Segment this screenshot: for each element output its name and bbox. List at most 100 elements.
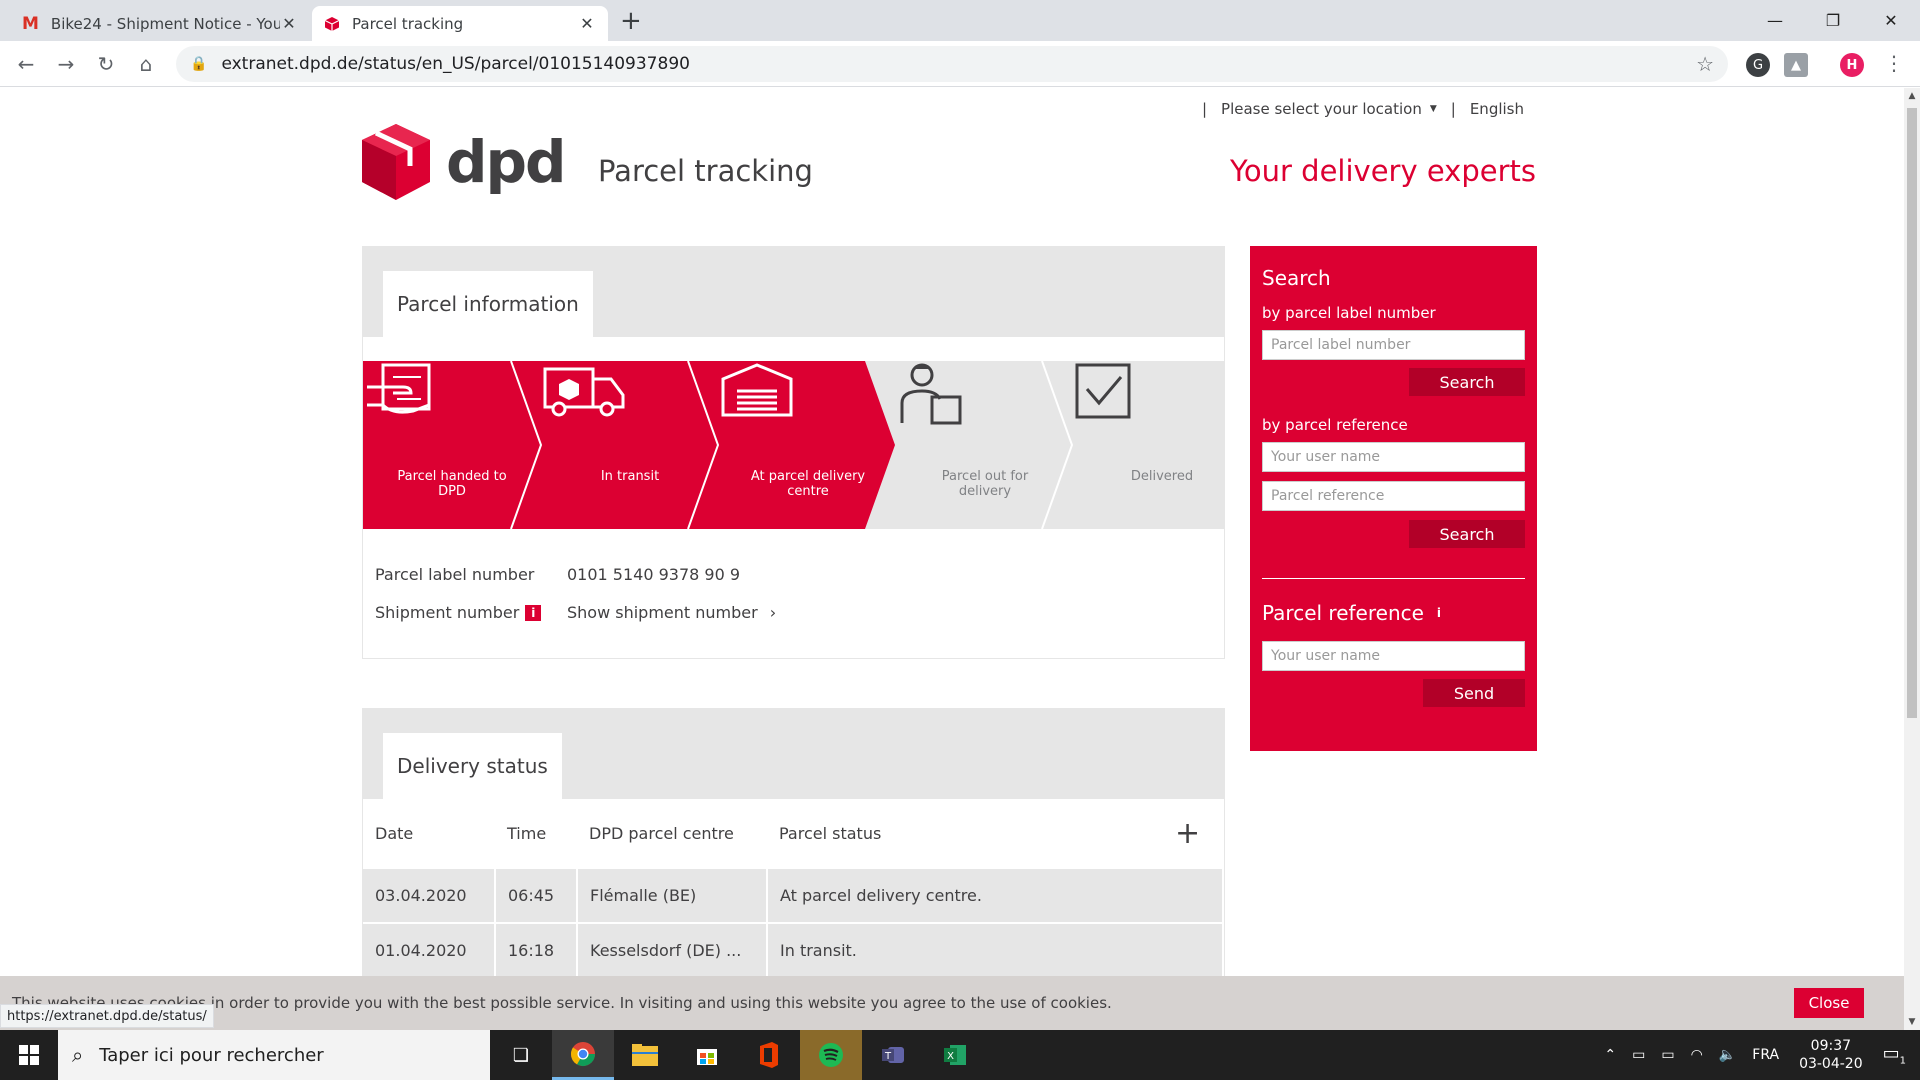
parcel-information-panel: Parcel information Parcel handed to DPD	[362, 246, 1225, 659]
excel-icon[interactable]: X	[924, 1030, 986, 1080]
back-icon[interactable]: ←	[12, 50, 40, 78]
cell-status: In transit.	[767, 923, 1224, 978]
profile-avatar[interactable]: H	[1840, 53, 1864, 77]
column-dpd-parcel-centre: DPD parcel centre	[577, 799, 767, 870]
windows-start-icon[interactable]	[0, 1030, 58, 1080]
reference-user-name-input[interactable]: Your user name	[1262, 641, 1525, 671]
new-tab-icon[interactable]: +	[620, 7, 642, 35]
search-by-reference-button[interactable]: Search	[1409, 520, 1525, 548]
wifi-icon[interactable]: ◠	[1691, 1047, 1703, 1063]
notifications-icon[interactable]: ▭1	[1883, 1043, 1906, 1067]
expand-plus-icon[interactable]: +	[1163, 799, 1223, 870]
step-at-parcel-delivery-centre: At parcel delivery centre	[719, 361, 897, 529]
cookie-banner: This website uses cookies in order to pr…	[0, 976, 1904, 1030]
lock-icon[interactable]: 🔒	[190, 56, 207, 72]
close-tab-icon[interactable]: ✕	[280, 14, 298, 33]
table-row: 03.04.2020 06:45 Flémalle (BE) At parcel…	[363, 869, 1224, 924]
language-selector[interactable]: English	[1470, 100, 1524, 118]
cell-time: 06:45	[495, 869, 578, 924]
store-icon[interactable]	[676, 1030, 738, 1080]
send-button[interactable]: Send	[1423, 679, 1525, 707]
step-in-transit: In transit	[541, 361, 719, 529]
volume-icon[interactable]: 🔈	[1719, 1047, 1736, 1063]
location-selector[interactable]: Please select your location	[1221, 100, 1422, 118]
forward-icon[interactable]: →	[52, 50, 80, 78]
search-sidebar: Search by parcel label number Parcel lab…	[1250, 246, 1537, 751]
parcel-label-number-label: Parcel label number	[375, 565, 535, 584]
menu-kebab-icon[interactable]: ⋮	[1884, 51, 1904, 75]
minimize-icon[interactable]: —	[1746, 0, 1804, 41]
input-language[interactable]: FRA	[1752, 1047, 1779, 1063]
tab-parcel-information[interactable]: Parcel information	[383, 271, 593, 337]
svg-text:T: T	[884, 1051, 892, 1062]
search-by-label-button[interactable]: Search	[1409, 368, 1525, 396]
bookmark-star-icon[interactable]: ☆	[1696, 52, 1714, 76]
parcel-label-number-row: Parcel label number 0101 5140 9378 90 9	[375, 565, 740, 584]
browser-toolbar: ← → ↻ ⌂ 🔒 extranet.dpd.de/status/en_US/p…	[0, 41, 1920, 87]
file-explorer-icon[interactable]	[614, 1030, 676, 1080]
dpd-logo-cube-icon[interactable]	[362, 124, 430, 200]
system-clock[interactable]: 09:37 03-04-20	[1799, 1037, 1863, 1073]
column-time: Time	[495, 799, 577, 870]
browser-tab-gmail[interactable]: M Bike24 - Shipment Notice - Your ✕	[10, 6, 310, 41]
browser-tab-parcel-tracking[interactable]: Parcel tracking ✕	[312, 6, 608, 41]
user-name-input[interactable]: Your user name	[1262, 442, 1525, 472]
top-navigation: | Please select your location ▼ | Englis…	[1201, 100, 1524, 118]
taskbar-search-input[interactable]: ⌕ Taper ici pour rechercher	[58, 1030, 490, 1080]
chevron-down-icon[interactable]: ▼	[1430, 104, 1437, 114]
column-parcel-status: Parcel status	[767, 799, 1163, 870]
cookie-close-button[interactable]: Close	[1794, 988, 1864, 1018]
info-icon[interactable]: i	[1432, 606, 1446, 620]
usb-device-icon[interactable]: ▭	[1632, 1047, 1645, 1063]
chevron-up-icon[interactable]: ⌃	[1604, 1047, 1616, 1063]
extension-icon[interactable]: ▲	[1784, 53, 1808, 77]
shipment-number-row: Shipment number i Show shipment number ›	[375, 603, 776, 622]
system-tray: ⌃ ▭ ▭ ◠ 🔈 FRA 09:37 03-04-20 ▭1	[1596, 1030, 1920, 1080]
by-parcel-reference-heading: by parcel reference	[1262, 416, 1408, 434]
task-view-icon[interactable]: ❏	[490, 1030, 552, 1080]
step-label: In transit	[600, 469, 660, 484]
cell-date: 03.04.2020	[363, 869, 496, 924]
restore-icon[interactable]: ❐	[1804, 0, 1862, 41]
show-shipment-number-link[interactable]: Show shipment number ›	[567, 603, 776, 622]
cell-centre[interactable]: Kesselsdorf (DE) ...	[577, 923, 768, 978]
extension-grammarly-icon[interactable]: G	[1746, 53, 1770, 77]
teams-icon[interactable]: T	[862, 1030, 924, 1080]
svg-text:X: X	[947, 1051, 954, 1062]
office-icon[interactable]	[738, 1030, 800, 1080]
divider	[1262, 578, 1525, 579]
address-bar[interactable]: 🔒 extranet.dpd.de/status/en_US/parcel/01…	[176, 46, 1728, 82]
cell-time: 16:18	[495, 923, 578, 978]
close-window-icon[interactable]: ✕	[1862, 0, 1920, 41]
close-tab-icon[interactable]: ✕	[578, 14, 596, 33]
parcel-label-number-value: 0101 5140 9378 90 9	[567, 565, 741, 584]
dpd-favicon-icon	[324, 16, 340, 31]
parcel-label-number-input[interactable]: Parcel label number	[1262, 330, 1525, 360]
delivery-status-table: Date Time DPD parcel centre Parcel statu…	[363, 799, 1224, 978]
step-delivered: Delivered	[1073, 361, 1224, 529]
spotify-icon[interactable]	[800, 1030, 862, 1080]
parcel-reference-input[interactable]: Parcel reference	[1262, 481, 1525, 511]
page-scrollbar[interactable]: ▲ ▼	[1904, 88, 1920, 1030]
windows-taskbar: ⌕ Taper ici pour rechercher ❏ T X ⌃ ▭ ▭ …	[0, 1030, 1920, 1080]
web-page: | Please select your location ▼ | Englis…	[0, 88, 1904, 1030]
scroll-down-icon[interactable]: ▼	[1904, 1017, 1920, 1027]
battery-icon[interactable]: ▭	[1661, 1047, 1674, 1063]
url-text[interactable]: extranet.dpd.de/status/en_US/parcel/0101…	[221, 54, 690, 74]
cell-centre: Flémalle (BE)	[577, 869, 768, 924]
chevron-right-icon: ›	[769, 603, 777, 622]
scroll-up-icon[interactable]: ▲	[1904, 91, 1920, 101]
info-icon[interactable]: i	[525, 604, 542, 621]
chrome-icon[interactable]	[552, 1030, 614, 1080]
scrollbar-thumb[interactable]	[1907, 108, 1917, 718]
link-hover-status: https://extranet.dpd.de/status/	[0, 1004, 214, 1028]
reload-icon[interactable]: ↻	[92, 50, 120, 78]
gmail-icon: M	[22, 13, 39, 34]
dpd-logo-text[interactable]: dpd	[446, 132, 567, 192]
parcel-reference-title: Parcel reference	[1262, 601, 1424, 625]
home-icon[interactable]: ⌂	[132, 50, 160, 78]
column-date: Date	[363, 799, 495, 870]
tab-delivery-status[interactable]: Delivery status	[383, 733, 562, 799]
cell-status: At parcel delivery centre.	[767, 869, 1224, 924]
step-label: Parcel out for delivery	[941, 469, 1029, 499]
